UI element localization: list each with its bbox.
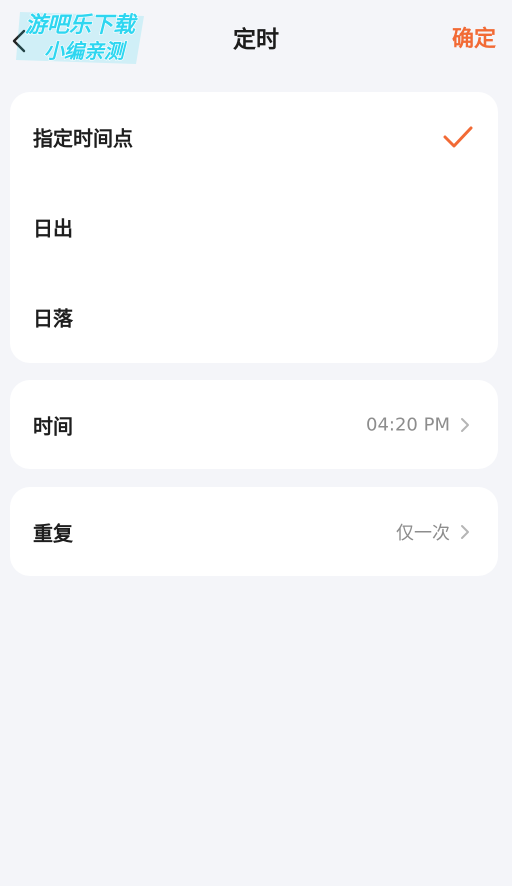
page-title: 定时 [233, 27, 279, 53]
time-setting-row[interactable]: 时间 04:20 PM [10, 380, 498, 469]
option-sunrise[interactable]: 日出 [10, 182, 498, 272]
option-specific-time[interactable]: 指定时间点 [10, 92, 498, 182]
repeat-label: 重复 [33, 521, 73, 545]
option-label: 日出 [33, 216, 73, 241]
time-label: 时间 [33, 414, 73, 438]
time-value: 04:20 PM [366, 414, 450, 435]
time-card: 时间 04:20 PM [10, 380, 498, 469]
chevron-right-icon [461, 524, 469, 539]
checkmark-icon [443, 126, 473, 148]
confirm-button[interactable]: 确定 [452, 24, 496, 56]
repeat-card: 重复 仅一次 [10, 487, 498, 576]
chevron-right-icon [461, 417, 469, 432]
option-sunset[interactable]: 日落 [10, 272, 498, 362]
option-label: 日落 [33, 306, 73, 331]
repeat-value: 仅一次 [396, 522, 450, 544]
top-bar: 游吧乐下载 小编亲测 定时 确定 [0, 0, 512, 80]
option-label: 指定时间点 [33, 126, 133, 151]
trigger-options-card: 指定时间点 日出 日落 [10, 92, 498, 363]
repeat-setting-row[interactable]: 重复 仅一次 [10, 487, 498, 576]
